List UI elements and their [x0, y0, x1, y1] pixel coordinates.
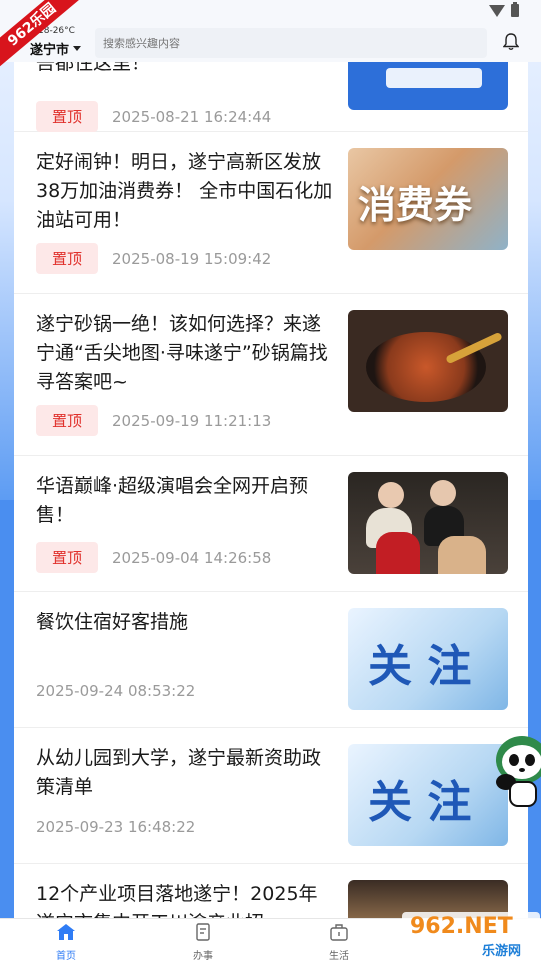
- pinned-badge: 置顶: [36, 243, 99, 274]
- top-header: 18-26°C 遂宁市: [0, 24, 541, 62]
- list-item[interactable]: 从幼儿园到大学，遂宁最新资助政策清单 2025-09-23 16:48:22 关…: [14, 728, 528, 864]
- thumbnail-caption: 关 注: [368, 777, 472, 828]
- tab-label: 生活: [329, 951, 349, 962]
- chevron-down-icon: [73, 46, 82, 51]
- news-thumbnail: [348, 472, 508, 574]
- watermark-text: 962.NET: [410, 914, 513, 939]
- city-label: 遂宁市: [30, 43, 70, 58]
- news-feed[interactable]: 吾都住这里！ 置顶 2025-08-21 16:24:44 定好闹钟！明日，遂宁…: [14, 62, 528, 918]
- pinned-badge: 置顶: [36, 405, 99, 436]
- watermark-subtext: 乐游网: [482, 944, 522, 959]
- tab-home[interactable]: 首页: [36, 923, 96, 962]
- news-title: 12个产业项目落地遂宁！2025年遂宁市集中开工川渝产业招: [36, 883, 318, 918]
- list-item[interactable]: 餐饮住宿好客措施 2025-09-24 08:53:22 关 注: [14, 592, 528, 728]
- pinned-badge: 置顶: [36, 101, 99, 132]
- city-selector[interactable]: 遂宁市: [30, 39, 82, 58]
- list-item[interactable]: 遂宁砂锅一绝！该如何选择？来遂宁通“舌尖地图·寻味遂宁”砂锅篇找寻答案吧~ 置顶…: [14, 294, 528, 456]
- panda-mascot-icon[interactable]: [486, 720, 541, 810]
- news-thumbnail: 消费券: [348, 148, 508, 250]
- news-title: 华语巅峰·超级演唱会全网开启预售！: [36, 475, 309, 526]
- thumbnail-caption: 关 注: [368, 641, 472, 692]
- news-time: 2025-09-04 14:26:58: [112, 548, 272, 567]
- watermark-logo: 962.NET 乐游网: [402, 912, 540, 960]
- news-time: 2025-09-24 08:53:22: [36, 682, 196, 700]
- news-thumbnail: [348, 310, 508, 412]
- list-item[interactable]: 定好闹钟！明日，遂宁高新区发放38万加油消费券！ 全市中国石化加油站可用！ 置顶…: [14, 132, 528, 294]
- news-time: 2025-08-19 15:09:42: [112, 249, 272, 268]
- news-time: 2025-08-21 16:24:44: [112, 107, 272, 126]
- bell-icon[interactable]: [503, 33, 519, 51]
- news-thumbnail: 关 注: [348, 608, 508, 710]
- search-input[interactable]: [103, 36, 487, 50]
- news-title: 遂宁砂锅一绝！该如何选择？来遂宁通“舌尖地图·寻味遂宁”砂锅篇找寻答案吧~: [36, 313, 328, 393]
- list-item[interactable]: 吾都住这里！ 置顶 2025-08-21 16:24:44: [14, 62, 528, 132]
- tab-life[interactable]: 生活: [309, 923, 369, 962]
- news-title: 从幼儿园到大学，遂宁最新资助政策清单: [36, 747, 322, 798]
- document-icon: [196, 923, 210, 941]
- wifi-icon: [489, 4, 505, 17]
- news-thumbnail: 关 注: [348, 744, 508, 846]
- news-time: 2025-09-19 11:21:13: [112, 411, 272, 430]
- bag-icon: [330, 924, 348, 941]
- news-time: 2025-09-23 16:48:22: [36, 818, 196, 836]
- news-title: 定好闹钟！明日，遂宁高新区发放38万加油消费券！ 全市中国石化加油站可用！: [36, 151, 333, 231]
- news-thumbnail: [348, 62, 508, 110]
- list-item[interactable]: 12个产业项目落地遂宁！2025年遂宁市集中开工川渝产业招: [14, 864, 528, 918]
- thumbnail-caption: 消费券: [358, 183, 473, 227]
- list-item[interactable]: 华语巅峰·超级演唱会全网开启预售！ 置顶 2025-09-04 14:26:58: [14, 456, 528, 592]
- pinned-badge: 置顶: [36, 542, 99, 573]
- tab-services[interactable]: 办事: [173, 923, 233, 962]
- tab-label: 首页: [56, 951, 76, 962]
- tab-label: 办事: [193, 951, 213, 962]
- battery-icon: [511, 2, 519, 17]
- search-bar[interactable]: [95, 28, 487, 58]
- home-icon: [57, 924, 75, 940]
- news-title: 吾都住这里！: [36, 62, 151, 74]
- status-bar: [0, 0, 541, 24]
- news-title: 餐饮住宿好客措施: [36, 611, 189, 633]
